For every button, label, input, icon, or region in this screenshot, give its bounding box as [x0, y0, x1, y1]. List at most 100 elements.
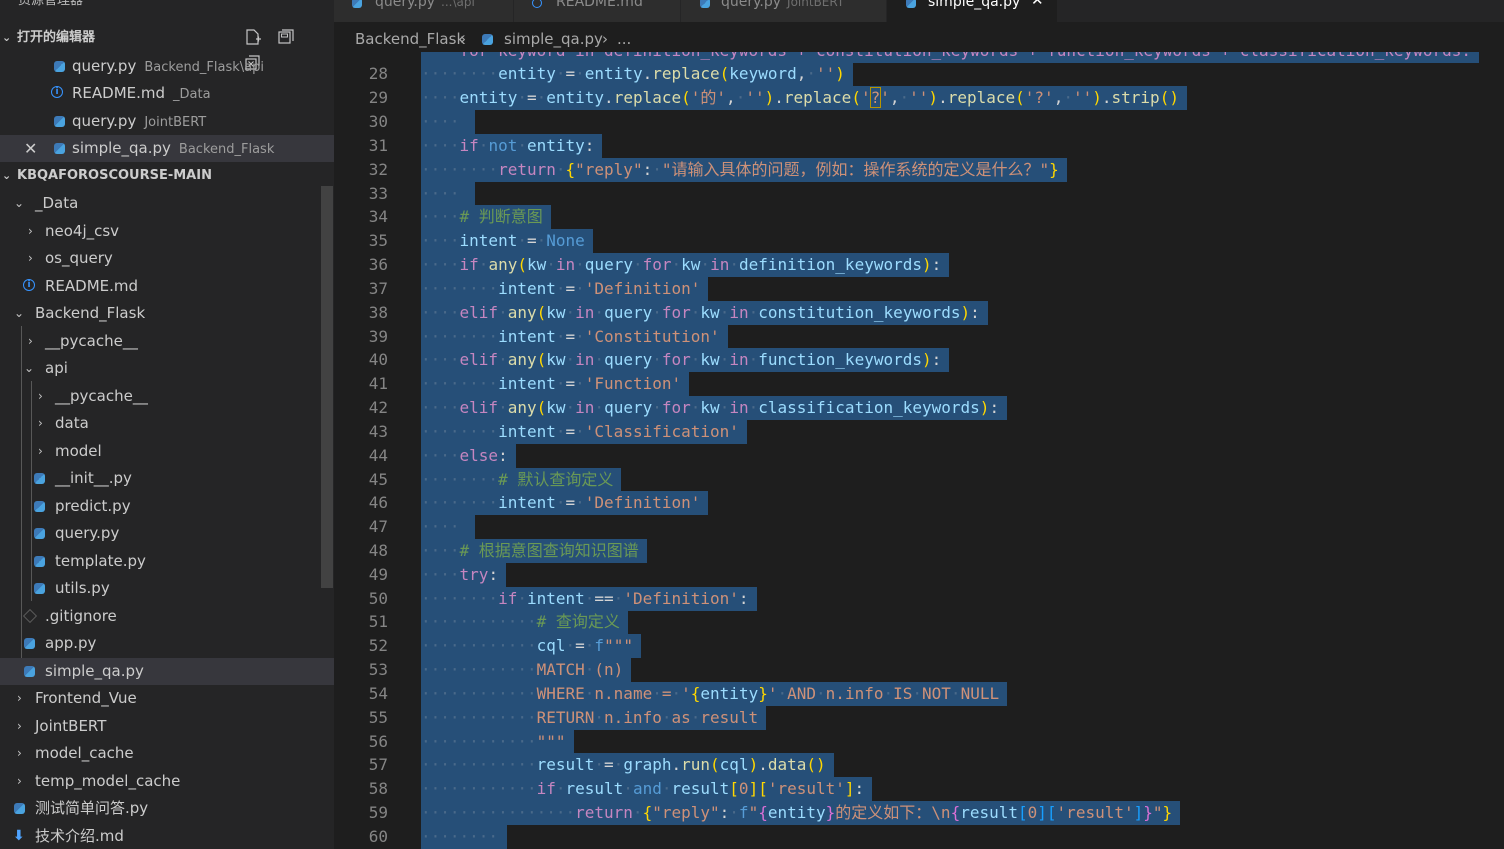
tab-desc: ...\api — [441, 0, 475, 9]
code-line: ····# 根据意图查询知识图谱 — [421, 539, 647, 563]
tree-folder[interactable]: › os_query — [0, 245, 334, 272]
line-number: 41 — [368, 374, 388, 393]
tree-file-selected[interactable]: simple_qa.py — [0, 658, 334, 685]
code-line: ········ — [421, 825, 507, 849]
python-file-icon — [54, 143, 65, 154]
code-line: ····intent·=·None — [421, 229, 593, 253]
python-file-icon — [352, 0, 362, 8]
explorer-title-bar: 资源管理器 ··· — [0, 0, 334, 12]
open-editor-desc: Backend_Flask\api — [144, 60, 264, 75]
tab-label: README.md — [556, 0, 643, 10]
line-number: 34 — [368, 207, 388, 226]
line-number: 60 — [368, 827, 388, 846]
open-editor-desc: Backend_Flask — [178, 142, 275, 157]
open-editors-header[interactable]: ⌄ 打开的编辑器 — [0, 25, 334, 70]
code-line: ········intent·=·'Function' — [421, 372, 690, 396]
tree-label: data — [55, 414, 89, 432]
chevron-right-icon: › — [38, 416, 43, 430]
tree-file[interactable]: ⬇ 技术介绍.md — [0, 823, 334, 849]
tree-file[interactable]: template.py — [0, 548, 334, 575]
open-editor-item[interactable]: query.py Backend_Flask\api — [0, 53, 334, 80]
tree-file[interactable]: .gitignore — [0, 603, 334, 630]
tree-file[interactable]: i README.md — [0, 273, 334, 300]
tree-folder[interactable]: ⌄ Backend_Flask — [0, 300, 334, 327]
tree-file[interactable]: 测试简单问答.py — [0, 795, 334, 822]
new-file-icon[interactable] — [244, 29, 262, 45]
project-header[interactable]: ⌄ KBQAFOROSCOURSE-MAIN — [0, 163, 334, 189]
tree-folder[interactable]: ⌄ _Data — [0, 190, 334, 217]
tree-file[interactable]: utils.py — [0, 575, 334, 602]
tree-label: __pycache__ — [45, 332, 138, 350]
tree-folder[interactable]: › temp_model_cache — [0, 768, 334, 795]
tree-label: model_cache — [35, 744, 134, 762]
chevron-right-icon: › — [28, 334, 33, 348]
tab-label: query.py — [375, 0, 436, 10]
close-tab-icon[interactable]: ✕ — [1031, 0, 1044, 8]
open-editor-desc: _Data — [173, 87, 211, 102]
line-number: 37 — [368, 279, 388, 298]
open-editor-item[interactable]: i README.md _Data — [0, 80, 334, 107]
line-number: 33 — [368, 184, 388, 203]
open-editor-desc: JointBERT — [144, 115, 207, 130]
project-label: KBQAFOROSCOURSE-MAIN — [17, 168, 212, 183]
tree-label: predict.py — [55, 497, 131, 515]
code-line: ···· — [421, 110, 475, 134]
chevron-right-icon: › — [38, 389, 43, 403]
line-number: 45 — [368, 470, 388, 489]
tab-query-api[interactable]: query.py ...\api — [334, 0, 514, 22]
tree-label: app.py — [45, 634, 97, 652]
tree-folder[interactable]: › JointBERT — [0, 713, 334, 740]
tree-label: JointBERT — [35, 717, 107, 735]
tree-folder[interactable]: › __pycache__ — [0, 383, 334, 410]
tree-file[interactable]: predict.py — [0, 493, 334, 520]
save-all-icon[interactable] — [277, 29, 295, 45]
tree-folder[interactable]: › neo4j_csv — [0, 218, 334, 245]
line-number: 35 — [368, 231, 388, 250]
open-editor-name: simple_qa.py — [72, 139, 171, 157]
code-editor[interactable]: 28 29 30 31 32 33 34 35 36 37 38 39 40 4… — [334, 52, 1504, 849]
git-icon — [22, 608, 38, 624]
chevron-down-icon: ⌄ — [14, 306, 25, 320]
tree-folder[interactable]: › data — [0, 410, 334, 437]
tree-label: Backend_Flask — [35, 304, 146, 322]
code-line: ····entity·=·entity.replace('的',·'').rep… — [421, 86, 1187, 110]
tree-folder[interactable]: › model_cache — [0, 740, 334, 767]
tree-label: 测试简单问答.py — [35, 799, 149, 817]
line-number: 53 — [368, 660, 388, 679]
tree-folder[interactable]: ⌄ api — [0, 355, 334, 382]
line-number: 32 — [368, 160, 388, 179]
line-number: 39 — [368, 327, 388, 346]
breadcrumb-folder[interactable]: Backend_Flask — [355, 26, 465, 52]
tab-query-jointbert[interactable]: query.py JointBERT — [681, 0, 887, 22]
open-editor-item[interactable]: query.py JointBERT — [0, 108, 334, 135]
sidebar-scrollbar[interactable] — [321, 186, 333, 588]
tree-file[interactable]: query.py — [0, 520, 334, 547]
tree-file[interactable]: __init__.py — [0, 465, 334, 492]
tree-folder[interactable]: › model — [0, 438, 334, 465]
breadcrumb-file[interactable]: simple_qa.py — [504, 26, 603, 52]
tree-label: README.md — [45, 277, 139, 295]
more-actions-icon[interactable]: ··· — [296, 0, 311, 10]
tree-label: __init__.py — [55, 469, 132, 487]
close-icon[interactable]: ✕ — [24, 135, 37, 162]
code-line: ············# 查询定义 — [421, 610, 628, 634]
tab-simple-qa[interactable]: simple_qa.py ✕ — [887, 0, 1058, 22]
open-editor-item-active[interactable]: ✕ simple_qa.py Backend_Flask — [0, 135, 334, 162]
line-number: 44 — [368, 446, 388, 465]
open-editor-name: query.py — [72, 57, 137, 75]
breadcrumb: Backend_Flask › simple_qa.py › ... — [334, 26, 1504, 52]
chevron-down-icon: ⌄ — [14, 196, 25, 210]
tree-label: api — [45, 359, 68, 377]
tab-readme[interactable]: README.md — [514, 0, 681, 22]
tree-label: _Data — [35, 194, 79, 212]
code-line: ···· — [421, 515, 475, 539]
breadcrumb-rest[interactable]: ... — [617, 26, 631, 52]
code-line: ················return·{"reply":·f"{enti… — [421, 801, 1181, 825]
python-file-icon — [54, 116, 65, 127]
tree-folder[interactable]: › __pycache__ — [0, 328, 334, 355]
tree-folder[interactable]: › Frontend_Vue — [0, 685, 334, 712]
line-number: 38 — [368, 303, 388, 322]
python-file-icon — [34, 501, 45, 512]
tree-file[interactable]: app.py — [0, 630, 334, 657]
line-number: 46 — [368, 493, 388, 512]
